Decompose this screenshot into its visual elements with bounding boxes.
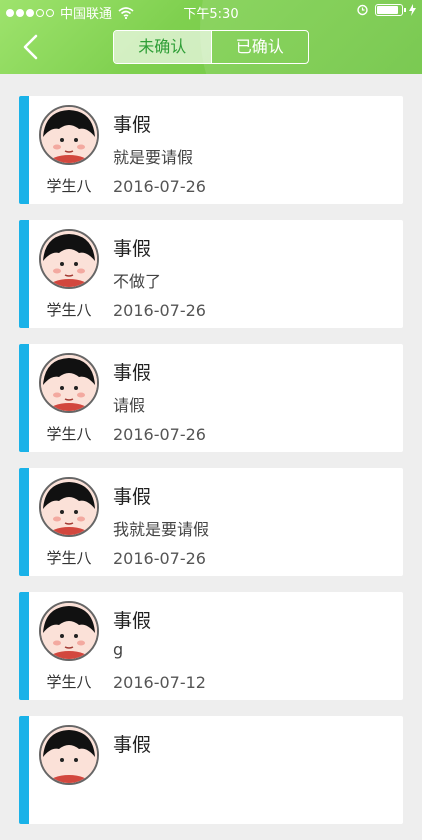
alarm-icon xyxy=(357,4,368,16)
student-name: 学生八 xyxy=(46,549,92,567)
segmented-control: 未确认 已确认 xyxy=(113,30,309,64)
leave-reason: 就是要请假 xyxy=(113,148,194,167)
leave-type: 事假 xyxy=(113,734,152,756)
tab-confirmed[interactable]: 已确认 xyxy=(212,31,309,63)
leave-date: 2016-07-12 xyxy=(113,673,206,692)
student-avatar-icon xyxy=(41,727,97,783)
list-item[interactable]: 学生八 事假 就是要请假 2016-07-26 xyxy=(19,96,403,204)
avatar xyxy=(39,601,99,661)
leave-reason: 请假 xyxy=(113,396,146,415)
list-item[interactable]: 学生八 事假 不做了 2016-07-26 xyxy=(19,220,403,328)
student-name: 学生八 xyxy=(46,177,92,195)
charging-icon xyxy=(409,3,416,16)
avatar xyxy=(39,477,99,537)
list-item[interactable]: 学生八 事假 我就是要请假 2016-07-26 xyxy=(19,468,403,576)
avatar xyxy=(39,725,99,785)
leave-date: 2016-07-26 xyxy=(113,425,206,444)
list-item[interactable]: 学生八 事假 g 2016-07-12 xyxy=(19,592,403,700)
leave-request-list: 学生八 事假 就是要请假 2016-07-26 学生八 事假 不做了 2016-… xyxy=(19,96,403,840)
leave-reason: g xyxy=(113,640,124,659)
list-item[interactable]: 事假 xyxy=(19,716,403,824)
avatar xyxy=(39,353,99,413)
student-avatar-icon xyxy=(41,231,97,287)
student-avatar-icon xyxy=(41,107,97,163)
leave-date: 2016-07-26 xyxy=(113,177,206,196)
student-name: 学生八 xyxy=(46,673,92,691)
leave-type: 事假 xyxy=(113,114,152,136)
battery-icon xyxy=(375,3,406,16)
status-bar: 中国联通 下午5:30 xyxy=(0,0,422,22)
leave-reason: 不做了 xyxy=(113,272,162,291)
avatar xyxy=(39,105,99,165)
leave-type: 事假 xyxy=(113,486,152,508)
back-button[interactable] xyxy=(18,32,46,62)
status-right xyxy=(356,3,416,16)
leave-type: 事假 xyxy=(113,238,152,260)
leave-reason: 我就是要请假 xyxy=(113,520,210,539)
student-avatar-icon xyxy=(41,479,97,535)
leave-type: 事假 xyxy=(113,610,152,632)
student-name: 学生八 xyxy=(46,425,92,443)
leave-date: 2016-07-26 xyxy=(113,549,206,568)
student-avatar-icon xyxy=(41,355,97,411)
student-avatar-icon xyxy=(41,603,97,659)
student-name: 学生八 xyxy=(46,301,92,319)
list-item[interactable]: 学生八 事假 请假 2016-07-26 xyxy=(19,344,403,452)
leave-date: 2016-07-26 xyxy=(113,301,206,320)
avatar xyxy=(39,229,99,289)
leave-type: 事假 xyxy=(113,362,152,384)
chevron-left-icon xyxy=(23,34,38,60)
header-bar: 中国联通 下午5:30 未确认 已确认 xyxy=(0,0,422,74)
tab-unconfirmed[interactable]: 未确认 xyxy=(114,31,212,63)
